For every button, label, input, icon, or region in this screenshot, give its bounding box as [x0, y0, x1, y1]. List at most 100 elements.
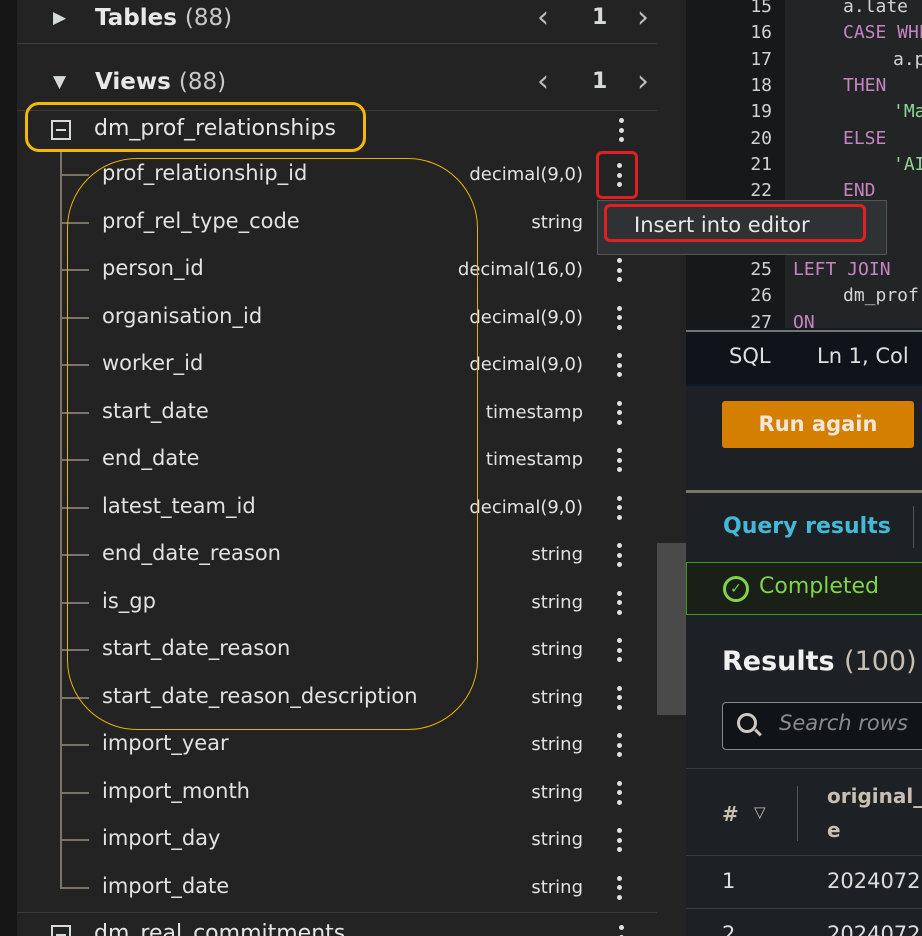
check-circle-icon: ✓	[723, 576, 749, 602]
tables-count: (88)	[184, 4, 233, 31]
code-line: 'AI	[893, 153, 922, 175]
tree-branch	[61, 839, 89, 841]
row-value: 2024072	[827, 869, 921, 893]
columns-annotation	[67, 158, 478, 730]
table-header: # ▽ original_e	[686, 768, 922, 856]
views-page-number: 1	[592, 69, 608, 94]
column-type: timestamp	[485, 401, 583, 423]
more-options-icon[interactable]	[616, 590, 622, 615]
results-heading: Results (100)	[722, 646, 917, 677]
tree-branch	[61, 174, 89, 176]
next-page-icon[interactable]: ›	[637, 0, 649, 35]
column-type: timestamp	[485, 449, 583, 470]
code-line: END	[843, 180, 876, 202]
column-type: string	[531, 876, 583, 898]
panel-edge	[0, 0, 17, 936]
views-count: (88)	[178, 68, 227, 95]
line-number: 20	[750, 127, 772, 149]
search-icon	[737, 713, 757, 733]
tree-branch	[61, 886, 89, 889]
more-options-icon[interactable]	[618, 925, 624, 936]
tree-branch	[61, 791, 89, 794]
results-title: Results	[722, 646, 835, 677]
caret-down-icon[interactable]: ▼	[53, 72, 66, 92]
sql-editor[interactable]: 15 a.late 16 CASE WHEN 17 a.p 18 THEN 19 'Ma 20 ELS…	[686, 0, 922, 333]
column-type: string	[531, 734, 583, 755]
scrollbar-thumb[interactable]	[657, 543, 686, 715]
column-name: import_month	[102, 778, 250, 803]
table-row[interactable]: 2 2024072	[686, 910, 922, 936]
line-number: 16	[750, 22, 772, 44]
search-input[interactable]	[779, 711, 922, 735]
code-line: LEFT JOIN	[793, 259, 891, 280]
column-item[interactable]: import_month string	[17, 770, 657, 817]
line-number: 26	[750, 285, 772, 307]
column-type: decimal(9,0)	[469, 354, 583, 375]
column-type: string	[531, 686, 583, 708]
caret-right-icon[interactable]: ▶	[53, 8, 66, 28]
line-number: 19	[750, 101, 772, 123]
more-options-icon[interactable]	[616, 305, 622, 330]
results-count: (100)	[844, 646, 917, 677]
tables-page-number: 1	[592, 5, 608, 30]
column-item[interactable]: import_day string	[17, 817, 657, 864]
language-label: SQL	[729, 344, 771, 368]
code-line: a.late	[843, 0, 909, 17]
next-page-icon[interactable]: ›	[637, 64, 649, 99]
code-line: ELSE	[843, 127, 887, 149]
table-row[interactable]: 1 2024072	[686, 857, 922, 909]
more-options-icon[interactable]	[616, 353, 622, 377]
tab-query-results[interactable]: Query results	[723, 514, 891, 539]
column-type: string	[531, 211, 583, 233]
code-line: a.p	[893, 48, 922, 70]
tables-label: Tables	[95, 4, 177, 31]
more-options-icon[interactable]	[616, 400, 622, 425]
status-banner: ✓ Completed	[686, 562, 922, 615]
prev-page-icon[interactable]: ‹	[537, 0, 549, 35]
results-panel: Run again Query results ✓ Completed Resu…	[686, 386, 922, 936]
more-options-annotation	[596, 151, 638, 199]
code-line: THEN	[843, 74, 887, 96]
column-type: string	[531, 639, 583, 660]
query-editor-panel: 15 a.late 16 CASE WHEN 17 a.p 18 THEN 19 'Ma 20 ELS…	[686, 0, 922, 936]
more-options-icon[interactable]	[616, 780, 622, 805]
divider	[686, 490, 922, 493]
column-type: string	[531, 781, 583, 803]
code-line: CASE WHEN	[843, 22, 922, 44]
more-options-icon[interactable]	[616, 258, 622, 282]
more-options-icon[interactable]	[618, 118, 624, 142]
sort-down-icon[interactable]: ▽	[754, 803, 766, 821]
more-options-icon[interactable]	[616, 638, 622, 662]
expand-icon[interactable]	[51, 925, 71, 936]
tables-section-header[interactable]: ▶ Tables (88) ‹ 1 ›	[17, 0, 657, 44]
row-index: 2	[722, 922, 736, 936]
menu-item-annotation	[604, 204, 866, 242]
more-options-icon[interactable]	[616, 733, 622, 757]
column-item[interactable]: import_date string	[17, 865, 657, 912]
more-options-icon[interactable]	[616, 543, 622, 567]
view-item[interactable]: dm_real_commitments	[17, 912, 657, 936]
code-line: 'Ma	[893, 101, 922, 123]
line-number: 21	[750, 153, 772, 175]
more-options-icon[interactable]	[616, 495, 622, 520]
column-type: decimal(9,0)	[469, 306, 583, 328]
tab-separator	[913, 506, 914, 548]
column-type: string	[531, 591, 583, 613]
column-type: decimal(9,0)	[469, 164, 583, 185]
tree-branch	[61, 744, 89, 746]
line-number: 15	[750, 0, 772, 17]
line-number: 22	[750, 180, 772, 202]
line-number: 17	[750, 48, 772, 70]
search-rows[interactable]	[722, 702, 922, 750]
prev-page-icon[interactable]: ‹	[537, 64, 549, 99]
more-options-icon[interactable]	[616, 828, 622, 852]
status-text: Completed	[759, 574, 879, 599]
column-name: import_date	[102, 873, 230, 898]
column-header[interactable]: original_e	[827, 779, 922, 847]
more-options-icon[interactable]	[616, 875, 622, 900]
more-options-icon[interactable]	[616, 448, 622, 472]
index-header[interactable]: #	[722, 802, 739, 826]
editor-status-bar: SQL Ln 1, Col	[686, 330, 922, 384]
run-again-button[interactable]: Run again	[722, 401, 914, 448]
more-options-icon[interactable]	[616, 685, 622, 710]
